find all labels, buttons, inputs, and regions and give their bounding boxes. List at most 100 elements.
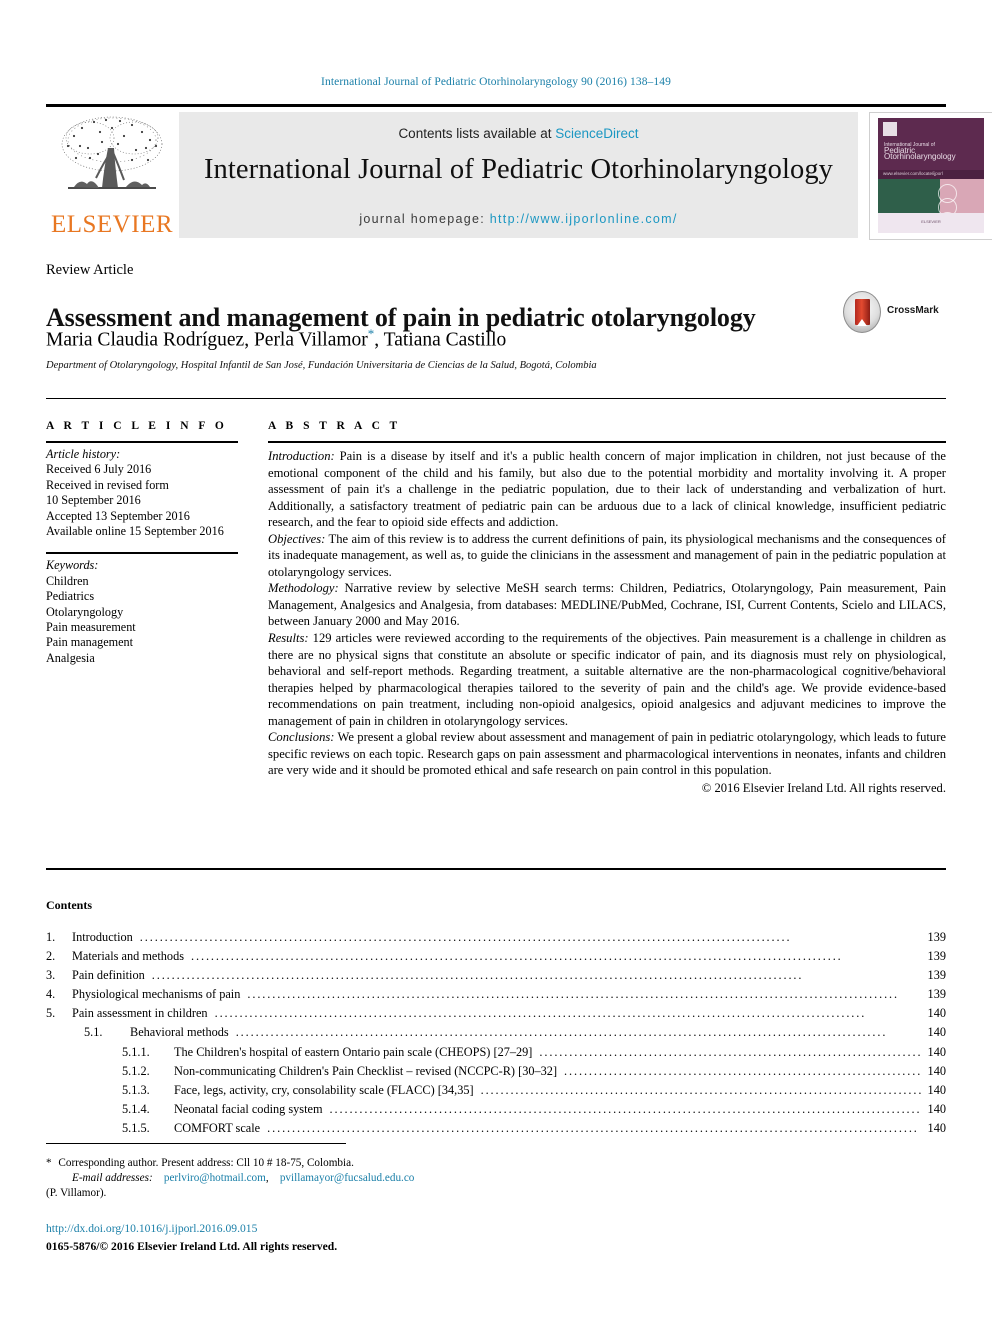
abstract-copyright: © 2016 Elsevier Ireland Ltd. All rights …	[701, 780, 946, 795]
toc-leader-dots: ........................................…	[235, 1025, 888, 1040]
corresponding-author-text: Corresponding author. Present address: C…	[58, 1157, 354, 1169]
toc-row[interactable]: 5.1.1. The Children's hospital of easter…	[46, 1043, 946, 1062]
toc-label[interactable]: The Children's hospital of eastern Ontar…	[174, 1043, 536, 1062]
toc-label[interactable]: Face, legs, activity, cry, consolability…	[174, 1081, 478, 1100]
doi-link[interactable]: http://dx.doi.org/10.1016/j.ijporl.2016.…	[46, 1222, 257, 1235]
abstract-section-text: 129 articles were reviewed according to …	[268, 631, 946, 728]
toc-label[interactable]: Pain definition	[72, 966, 149, 985]
email-addresses-label: E-mail addresses:	[72, 1172, 153, 1184]
elsevier-tree-logo	[54, 114, 170, 210]
abstract-section-text: We present a global review about assessm…	[268, 730, 946, 778]
toc-leader-dots: ........................................…	[329, 1101, 922, 1116]
history-item: 10 September 2016	[46, 493, 141, 508]
keyword-item: Children	[46, 573, 89, 588]
toc-number: 5.1.3.	[122, 1082, 150, 1097]
history-item: Received in revised form	[46, 477, 169, 492]
toc-number: 5.	[46, 1006, 56, 1021]
toc-number: 3.	[46, 968, 56, 983]
abstract-section-text: The aim of this review is to address the…	[268, 531, 946, 579]
toc-row[interactable]: 5.1.2. Non-communicating Children's Pain…	[46, 1062, 946, 1081]
journal-homepage-line: journal homepage: http://www.ijporlonlin…	[179, 212, 858, 226]
contents-available-text: Contents lists available at	[398, 126, 556, 141]
toc-leader-dots: ........................................…	[151, 968, 804, 983]
abstract-paragraph: Conclusions: We present a global review …	[268, 729, 946, 779]
toc-page-number: 140	[927, 1025, 946, 1040]
corresponding-author-note: * Corresponding author. Present address:…	[46, 1156, 606, 1171]
paper-page: International Journal of Pediatric Otorh…	[0, 0, 992, 1323]
toc-row[interactable]: 5.1.5. COMFORT scale ...................…	[46, 1119, 946, 1138]
abstract-paragraph: Introduction: Pain is a disease by itsel…	[268, 448, 946, 531]
toc-page-number: 140	[927, 1120, 946, 1135]
elsevier-wordmark: ELSEVIER	[50, 211, 174, 238]
email-link-1[interactable]: perlviro@hotmail.com	[164, 1172, 266, 1184]
crossmark-label: CrossMark	[887, 305, 939, 316]
toc-row[interactable]: 5.1.4. Neonatal facial coding system ...…	[46, 1100, 946, 1119]
footnote-block: * Corresponding author. Present address:…	[46, 1156, 606, 1201]
toc-row[interactable]: 5. Pain assessment in children .........…	[46, 1004, 946, 1023]
cover-url-band: www.elsevier.com/locate/ijporl	[878, 170, 984, 179]
email-separator: ,	[265, 1172, 269, 1184]
toc-label[interactable]: Physiological mechanisms of pain	[72, 985, 244, 1004]
toc-number: 1.	[46, 930, 56, 944]
footnote-rule	[46, 1143, 346, 1144]
keyword-item: Analgesia	[46, 650, 95, 665]
toc-number: 4.	[46, 987, 56, 1002]
toc-leader-dots: ........................................…	[564, 1063, 922, 1078]
toc-leader-dots: ........................................…	[214, 1006, 867, 1021]
keywords-label: Keywords:	[46, 558, 99, 573]
elsevier-logo: ELSEVIER	[48, 112, 176, 238]
article-info-column: A R T I C L E I N F O Article history: R…	[46, 420, 238, 666]
cover-footer-text: ELSEVIER	[921, 219, 941, 224]
toc-number: 5.1.5.	[122, 1120, 150, 1135]
toc-row[interactable]: 5.1. Behavioral methods ................…	[46, 1023, 946, 1042]
toc-row[interactable]: 2. Materials and methods ...............…	[46, 947, 946, 966]
cover-world-map-image	[878, 179, 940, 213]
info-abstract-bottom-rule	[46, 868, 946, 870]
crossmark-badge[interactable]: CrossMark	[843, 291, 943, 333]
toc-leader-dots: ........................................…	[139, 930, 792, 944]
masthead-banner: Contents lists available at ScienceDirec…	[179, 112, 858, 238]
homepage-url-link[interactable]: http://www.ijporlonline.com/	[490, 212, 678, 226]
toc-number: 5.1.1.	[122, 1044, 150, 1059]
abstract-section-label: Methodology:	[268, 581, 339, 596]
contents-heading: Contents	[46, 898, 93, 912]
sciencedirect-link[interactable]: ScienceDirect	[555, 126, 638, 141]
toc-label[interactable]: COMFORT scale	[174, 1119, 264, 1138]
history-item: Received 6 July 2016	[46, 462, 152, 477]
toc-row[interactable]: 1. Introduction ........................…	[46, 928, 946, 947]
toc-row[interactable]: 5.1.3. Face, legs, activity, cry, consol…	[46, 1081, 946, 1100]
crossmark-icon	[843, 291, 881, 333]
toc-label[interactable]: Neonatal facial coding system	[174, 1100, 327, 1119]
email-owner: (P. Villamor).	[46, 1187, 107, 1199]
toc-number: 5.1.4.	[122, 1101, 150, 1116]
toc-label[interactable]: Materials and methods	[72, 947, 188, 966]
toc-label[interactable]: Behavioral methods	[130, 1023, 233, 1042]
homepage-label: journal homepage:	[359, 212, 485, 226]
toc-row[interactable]: 4. Physiological mechanisms of pain ....…	[46, 985, 946, 1004]
keywords-block: Keywords: Children Pediatrics Otolaryngo…	[46, 554, 238, 666]
toc-leader-dots: ........................................…	[267, 1120, 919, 1135]
abstract-section-text: Pain is a disease by itself and it's a p…	[268, 449, 946, 530]
info-abstract-top-rule	[46, 398, 946, 399]
journal-cover-art: International Journal of Pediatric Otorh…	[878, 118, 984, 233]
article-type-kicker: Review Article	[46, 262, 134, 278]
toc-label[interactable]: Pain assessment in children	[72, 1004, 212, 1023]
toc-label[interactable]: Introduction	[72, 928, 137, 947]
keyword-item: Pain management	[46, 635, 133, 650]
toc-page-number: 139	[927, 987, 946, 1002]
abstract-section-label: Results:	[268, 631, 309, 646]
author-list: Maria Claudia Rodríguez, Perla Villamor*…	[46, 326, 846, 352]
toc-row[interactable]: 3. Pain definition .....................…	[46, 966, 946, 985]
abstract-section-text: Narrative review by selective MeSH searc…	[268, 581, 946, 629]
toc-label[interactable]: Non-communicating Children's Pain Checkl…	[174, 1062, 561, 1081]
running-head: International Journal of Pediatric Otorh…	[321, 76, 671, 88]
issn-copyright-line: 0165-5876/© 2016 Elsevier Ireland Ltd. A…	[46, 1240, 338, 1253]
abstract-paragraph: Results: 129 articles were reviewed acco…	[268, 630, 946, 729]
toc-leader-dots: ........................................…	[480, 1082, 922, 1097]
email-link-2[interactable]: pvillamayor@fucsalud.edu.co	[280, 1172, 415, 1184]
info-abstract-block: A R T I C L E I N F O Article history: R…	[46, 398, 946, 870]
contents-available-line: Contents lists available at ScienceDirec…	[179, 126, 858, 141]
abstract-heading: A B S T R A C T	[268, 420, 401, 432]
article-history: Article history: Received 6 July 2016 Re…	[46, 443, 238, 539]
keyword-item: Otolaryngology	[46, 604, 124, 619]
